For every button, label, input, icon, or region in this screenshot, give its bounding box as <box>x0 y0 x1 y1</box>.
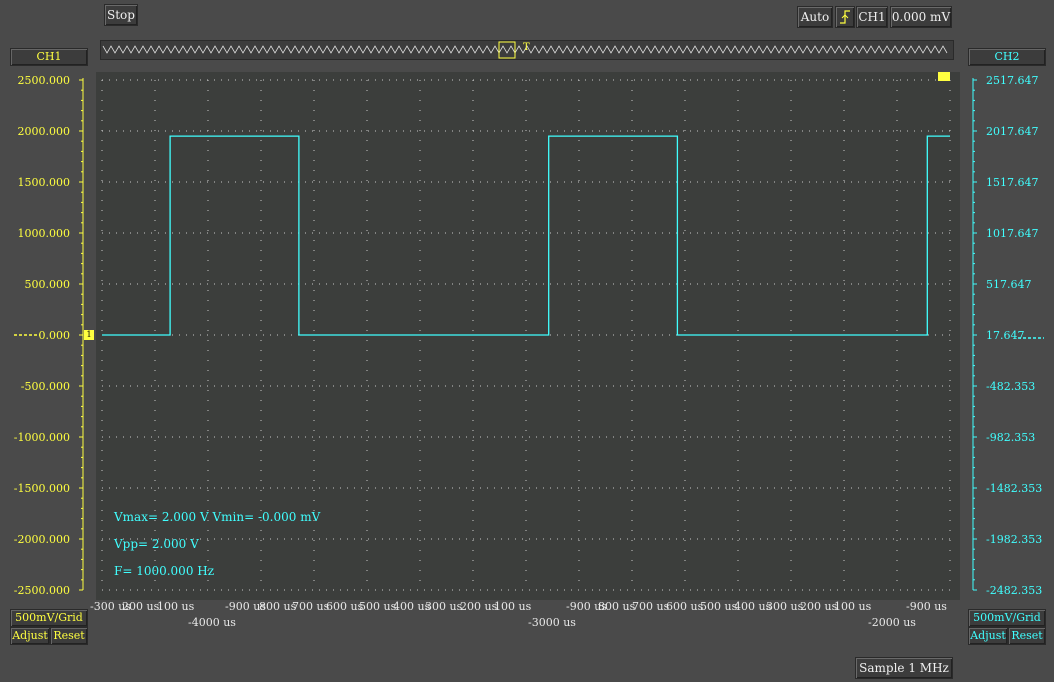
rising-edge-icon[interactable] <box>835 6 855 28</box>
trigger-level-marker[interactable] <box>938 72 950 81</box>
ch1-y-tick-label: 0.000 <box>38 329 71 342</box>
rising-edge-glyph <box>840 10 850 24</box>
timebase-overview[interactable]: T <box>100 40 954 60</box>
ch1-y-tick-label: -2000.000 <box>13 533 70 546</box>
ch2-y-tick-label: 1017.647 <box>986 227 1039 240</box>
ch1-y-tick-label: 2000.000 <box>17 125 71 138</box>
time-tick-label: 700 us <box>292 600 330 613</box>
time-tick-label: 100 us <box>157 600 195 613</box>
time-major-label: -2000 us <box>868 616 916 629</box>
trigger-position-marker: T <box>523 42 530 53</box>
ch2-y-tick-label: -1482.353 <box>986 482 1043 495</box>
ch1-trace <box>102 135 950 336</box>
ch1-y-tick-label: -1500.000 <box>13 482 70 495</box>
time-tick-label: 100 us <box>834 600 872 613</box>
ch1-y-tick-label: -500.000 <box>20 380 70 393</box>
time-tick-label: 200 us <box>800 600 838 613</box>
ch2-adjust-button[interactable]: Adjust <box>968 627 1008 645</box>
ch2-y-tick-label: 17.647 <box>986 329 1025 342</box>
ch2-y-tick-label: -1982.353 <box>986 533 1043 546</box>
vmax-vmin-readout: Vmax= 2.000 V Vmin= -0.000 mV <box>114 510 321 524</box>
time-tick-label: 300 us <box>425 600 463 613</box>
timebase-waveform: T <box>102 41 948 59</box>
time-tick-label: 600 us <box>326 600 364 613</box>
ch2-y-tick-label: 2517.647 <box>986 74 1039 87</box>
ch2-y-tick-label: 517.647 <box>986 278 1032 291</box>
time-tick-label: 800 us <box>598 600 636 613</box>
ch2-y-tick-label: 2017.647 <box>986 125 1039 138</box>
ch1-y-tick-label: 2500.000 <box>17 74 71 87</box>
ch2-scale[interactable]: 500mV/Grid <box>968 609 1046 627</box>
ch1-label[interactable]: CH1 <box>10 48 88 66</box>
ch1-y-tick-label: -1000.000 <box>13 431 70 444</box>
trigger-level-button[interactable]: 0.000 mV <box>890 6 952 28</box>
time-tick-label: 200 us <box>460 600 498 613</box>
time-tick-label: 100 us <box>494 600 532 613</box>
ch1-offset-marker[interactable]: 1 <box>84 330 94 340</box>
ch2-y-tick-label: -982.353 <box>986 431 1036 444</box>
sample-rate-button[interactable]: Sample 1 MHz <box>855 657 953 679</box>
ch1-adjust-button[interactable]: Adjust <box>10 627 50 645</box>
time-major-label: -3000 us <box>528 616 576 629</box>
time-tick-label: -900 us <box>906 600 947 613</box>
ch1-y-tick-label: 1500.000 <box>17 176 71 189</box>
ch2-label[interactable]: CH2 <box>968 48 1046 66</box>
stop-button[interactable]: Stop <box>104 4 138 26</box>
time-tick-label: 700 us <box>632 600 670 613</box>
ch1-scale[interactable]: 500mV/Grid <box>10 609 88 627</box>
time-tick-label: 800 us <box>259 600 297 613</box>
frequency-readout: F= 1000.000 Hz <box>114 564 215 578</box>
ch2-reset-button[interactable]: Reset <box>1008 627 1046 645</box>
ch1-y-tick-label: 500.000 <box>24 278 71 291</box>
ch1-y-tick-label: 1000.000 <box>17 227 71 240</box>
timebar-view-window <box>498 41 516 59</box>
ch2-y-tick-label: 1517.647 <box>986 176 1039 189</box>
scope-display[interactable]: Vmax= 2.000 V Vmin= -0.000 mV Vpp= 2.000… <box>96 72 960 600</box>
ch1-y-tick-label: -2500.000 <box>13 584 70 597</box>
time-tick-label: 600 us <box>666 600 704 613</box>
trigger-mode-button[interactable]: Auto <box>797 6 833 28</box>
ch2-y-tick-label: -2482.353 <box>986 584 1043 597</box>
ch1-reset-button[interactable]: Reset <box>50 627 88 645</box>
vpp-readout: Vpp= 2.000 V <box>114 537 199 551</box>
time-tick-label: 500 us <box>359 600 397 613</box>
time-major-label: -4000 us <box>188 616 236 629</box>
ch2-y-tick-label: -482.353 <box>986 380 1036 393</box>
time-tick-label: 500 us <box>700 600 738 613</box>
time-tick-label: 200 us <box>122 600 160 613</box>
time-tick-label: 300 us <box>766 600 804 613</box>
trigger-source-button[interactable]: CH1 <box>856 6 888 28</box>
